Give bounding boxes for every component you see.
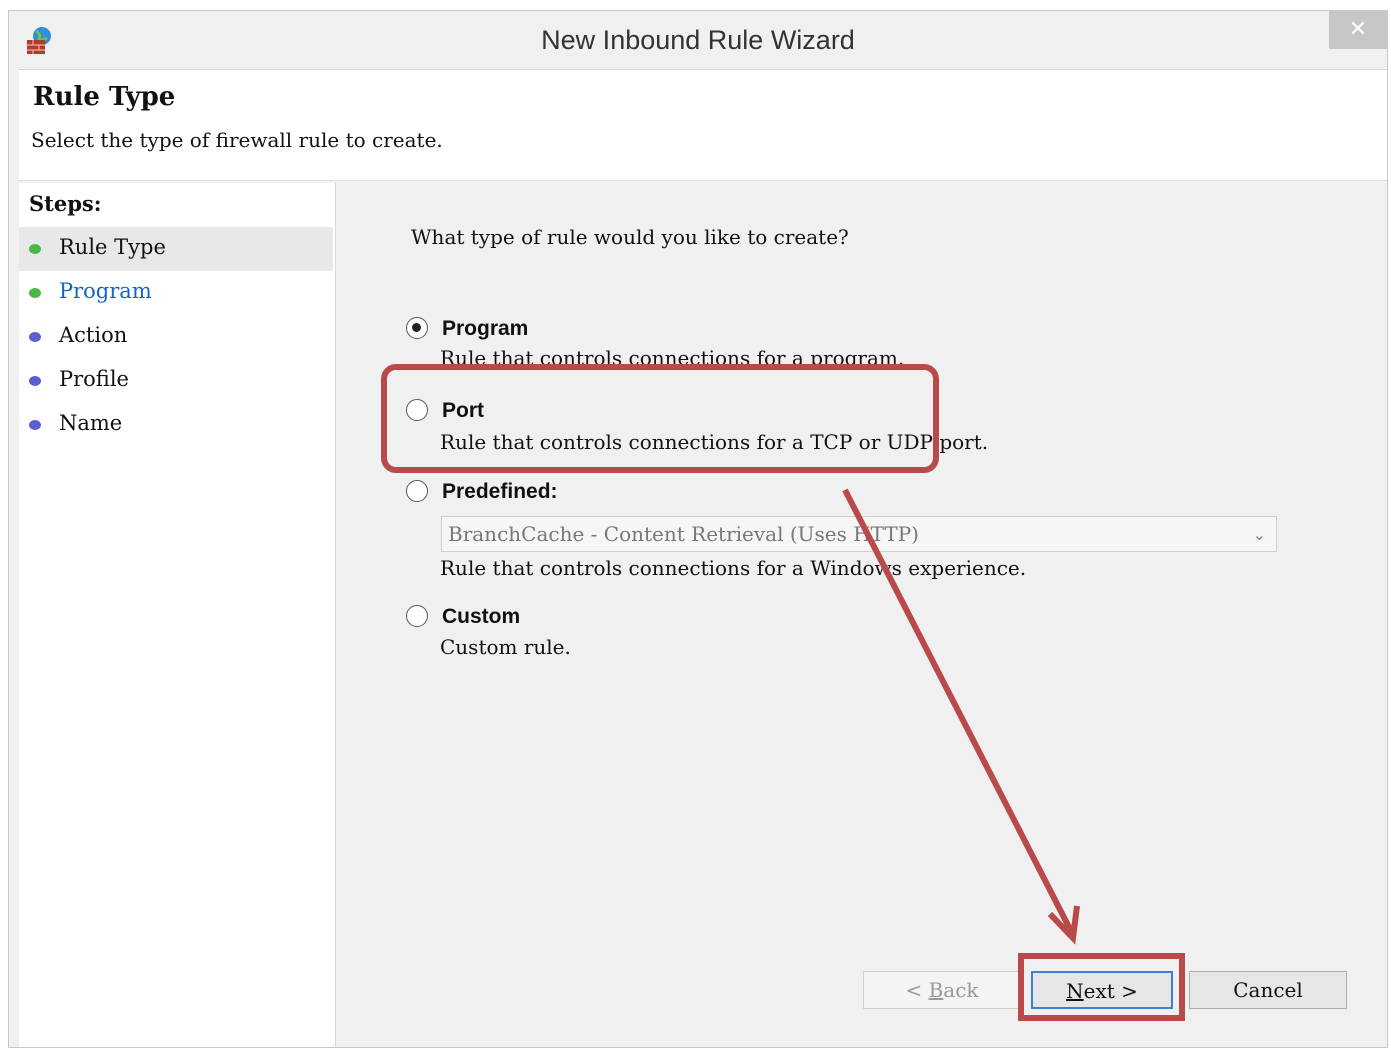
rule-type-question: What type of rule would you like to crea…: [411, 225, 849, 249]
custom-option-label[interactable]: Custom: [442, 605, 520, 629]
port-option-label[interactable]: Port: [442, 399, 484, 423]
port-radio[interactable]: [406, 399, 428, 421]
window-title: New Inbound Rule Wizard: [541, 25, 855, 55]
step-label: Rule Type: [59, 235, 166, 259]
steps-sidebar: Steps: Rule Type Program Action Profile …: [19, 183, 336, 1047]
step-done-icon: [29, 288, 41, 298]
predefined-select-value: BranchCache - Content Retrieval (Uses HT…: [448, 522, 919, 546]
back-prefix: <: [905, 978, 929, 1002]
port-option-description: Rule that controls connections for a TCP…: [440, 430, 989, 454]
next-rest: ext >: [1083, 979, 1138, 1003]
cancel-button[interactable]: Cancel: [1189, 971, 1347, 1009]
main-panel: What type of rule would you like to crea…: [339, 183, 1387, 1047]
predefined-option-description: Rule that controls connections for a Win…: [440, 556, 1027, 580]
next-button[interactable]: Next >: [1031, 971, 1173, 1009]
step-done-icon: [29, 244, 41, 254]
step-profile: Profile: [19, 359, 333, 403]
predefined-option-label[interactable]: Predefined:: [442, 480, 558, 504]
step-label: Name: [59, 411, 123, 435]
title-bar: New Inbound Rule Wizard ✕: [9, 11, 1387, 69]
program-radio[interactable]: [406, 317, 428, 339]
program-option-label[interactable]: Program: [442, 317, 528, 341]
back-accel: B: [928, 978, 944, 1002]
close-button[interactable]: ✕: [1329, 11, 1387, 49]
step-rule-type: Rule Type: [19, 227, 333, 271]
chevron-down-icon: ⌄: [1252, 525, 1266, 544]
custom-option-description: Custom rule.: [440, 635, 571, 659]
page-subtitle: Select the type of firewall rule to crea…: [31, 128, 443, 152]
back-rest: ack: [943, 978, 979, 1002]
close-icon: ✕: [1348, 17, 1368, 42]
back-button[interactable]: < Back: [863, 971, 1021, 1009]
predefined-radio[interactable]: [406, 480, 428, 502]
step-label: Profile: [59, 367, 129, 391]
step-program[interactable]: Program: [19, 271, 333, 315]
page-header: Rule Type Select the type of firewall ru…: [19, 69, 1387, 181]
step-pending-icon: [29, 332, 41, 342]
custom-radio[interactable]: [406, 605, 428, 627]
step-label[interactable]: Program: [59, 279, 152, 303]
wizard-window: New Inbound Rule Wizard ✕ Rule Type Sele…: [8, 10, 1388, 1048]
page-title: Rule Type: [33, 82, 176, 112]
program-option-description: Rule that controls connections for a pro…: [440, 346, 905, 370]
next-accel: N: [1066, 979, 1084, 1003]
step-action: Action: [19, 315, 333, 359]
step-name: Name: [19, 403, 333, 447]
predefined-select[interactable]: BranchCache - Content Retrieval (Uses HT…: [441, 516, 1277, 552]
step-pending-icon: [29, 376, 41, 386]
step-label: Action: [59, 323, 128, 347]
steps-heading: Steps:: [29, 191, 102, 216]
step-pending-icon: [29, 420, 41, 430]
